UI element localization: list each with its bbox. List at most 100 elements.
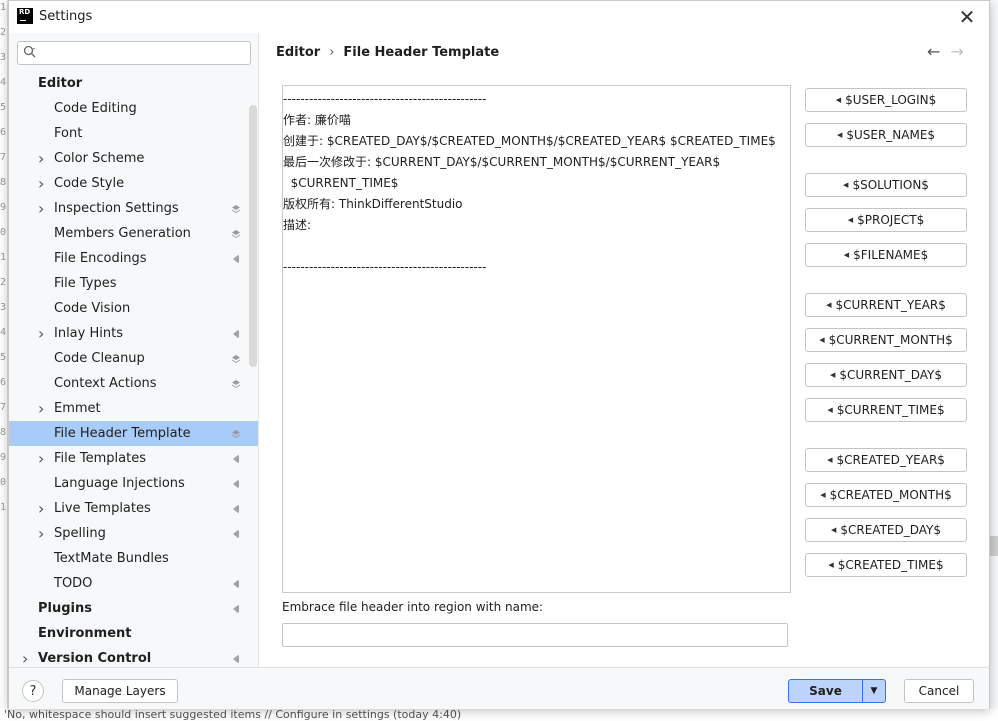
macro-label: $SOLUTION$ (852, 178, 929, 192)
macro-label: $CREATED_YEAR$ (836, 453, 945, 467)
sidebar-item-environment[interactable]: Environment (9, 621, 258, 646)
insert-arrow-icon: ◀ (843, 181, 849, 189)
macro-button-current-year[interactable]: ◀ $CURRENT_YEAR$ (805, 293, 967, 317)
sidebar-item-language-injections[interactable]: Language Injections (9, 471, 258, 496)
macro-label: $USER_LOGIN$ (845, 93, 937, 107)
sidebar-item-context-actions[interactable]: Context Actions (9, 371, 258, 396)
sidebar-item-inspection-settings[interactable]: › Inspection Settings (9, 196, 258, 221)
insert-arrow-icon: ◀ (847, 216, 854, 224)
sidebar-item-label: Color Scheme (54, 151, 145, 166)
breadcrumb-parent[interactable]: Editor (276, 45, 320, 60)
project-level-icon (233, 580, 239, 588)
macro-button-user-name[interactable]: ◀ $USER_NAME$ (805, 123, 967, 147)
chevron-right-icon[interactable]: › (38, 321, 44, 346)
chevron-right-icon[interactable]: › (38, 146, 44, 171)
macro-label: $USER_NAME$ (846, 128, 936, 142)
chevron-right-icon[interactable]: › (38, 521, 44, 546)
breadcrumb-current: File Header Template (343, 45, 500, 60)
chevron-right-icon[interactable]: › (38, 446, 44, 471)
help-button[interactable]: ? (22, 680, 44, 702)
macro-button-created-month[interactable]: ◀ $CREATED_MONTH$ (805, 483, 967, 507)
chevron-down-icon[interactable]: ▼ (863, 680, 885, 702)
chevron-right-icon[interactable]: › (38, 496, 44, 521)
sidebar-item-file-header-template[interactable]: File Header Template (9, 421, 258, 446)
sidebar-item-label: File Header Template (54, 426, 191, 441)
background-editor-strip (990, 536, 998, 556)
sidebar-item-file-encodings[interactable]: File Encodings (9, 246, 258, 271)
template-line: ----------------------------------------… (283, 92, 487, 106)
chevron-right-icon[interactable]: › (38, 396, 44, 421)
sidebar-item-file-types[interactable]: File Types (9, 271, 258, 296)
project-level-icon (233, 655, 239, 663)
macro-button-project[interactable]: ◀ $PROJECT$ (805, 208, 967, 232)
close-icon[interactable]: ✕ (955, 5, 979, 29)
project-level-icon (233, 480, 239, 488)
cancel-button[interactable]: Cancel (904, 679, 974, 703)
sidebar-item-code-editing[interactable]: Code Editing (9, 96, 258, 121)
sidebar-item-color-scheme[interactable]: › Color Scheme (9, 146, 258, 171)
insert-arrow-icon: ◀ (829, 371, 836, 379)
macro-button-solution[interactable]: ◀ $SOLUTION$ (805, 173, 967, 197)
manage-layers-button[interactable]: Manage Layers (62, 679, 178, 703)
sidebar-item-textmate-bundles[interactable]: TextMate Bundles (9, 546, 258, 571)
sidebar-scrollbar[interactable] (249, 105, 257, 367)
template-line: 描述: (283, 218, 312, 232)
sidebar-item-label: Inspection Settings (54, 201, 179, 216)
insert-arrow-icon: ◀ (843, 251, 850, 259)
macro-button-created-day[interactable]: ◀ $CREATED_DAY$ (805, 518, 967, 542)
macro-button-created-time[interactable]: ◀ $CREATED_TIME$ (805, 553, 967, 577)
background-line-number: 0 (0, 227, 7, 238)
insert-arrow-icon: ◀ (836, 131, 843, 139)
template-editor[interactable]: ----------------------------------------… (282, 85, 791, 593)
sidebar-item-inlay-hints[interactable]: › Inlay Hints (9, 321, 258, 346)
sidebar-item-members-generation[interactable]: Members Generation (9, 221, 258, 246)
sidebar-item-file-templates[interactable]: › File Templates (9, 446, 258, 471)
title-bar: RD Settings ✕ (9, 1, 989, 33)
insert-arrow-icon: ◀ (827, 406, 833, 414)
search-icon (23, 45, 36, 58)
sidebar-item-label: Code Style (54, 176, 125, 191)
sidebar-item-emmet[interactable]: › Emmet (9, 396, 258, 421)
macro-button-current-day[interactable]: ◀ $CURRENT_DAY$ (805, 363, 967, 387)
sidebar-item-code-cleanup[interactable]: Code Cleanup (9, 346, 258, 371)
background-line-number: 9 (0, 202, 7, 213)
chevron-right-icon[interactable]: › (22, 646, 28, 667)
sidebar-item-code-vision[interactable]: Code Vision (9, 296, 258, 321)
macro-label: $CREATED_DAY$ (840, 523, 942, 537)
sidebar-item-label: File Templates (54, 451, 146, 466)
sidebar-item-font[interactable]: Font (9, 121, 258, 146)
chevron-right-icon[interactable]: › (38, 171, 44, 196)
sidebar-item-plugins[interactable]: Plugins (9, 596, 258, 621)
sidebar-item-todo[interactable]: TODO (9, 571, 258, 596)
background-line-number: 1 (0, 502, 7, 513)
chevron-right-icon[interactable]: › (38, 196, 44, 221)
background-line-number: 6 (0, 127, 7, 138)
macro-button-current-time[interactable]: ◀ $CURRENT_TIME$ (805, 398, 967, 422)
macro-button-current-month[interactable]: ◀ $CURRENT_MONTH$ (805, 328, 967, 352)
project-level-icon (233, 530, 239, 538)
sidebar-item-label: Spelling (54, 526, 106, 541)
background-line-number: 2 (0, 277, 7, 288)
background-line-number: 3 (0, 302, 7, 313)
search-box[interactable] (17, 41, 251, 65)
template-line: 版权所有: ThinkDifferentStudio (283, 197, 463, 211)
background-line-number: 9 (0, 452, 7, 463)
sidebar-item-live-templates[interactable]: › Live Templates (9, 496, 258, 521)
arrow-right-icon[interactable]: → (950, 42, 963, 61)
macro-label: $CREATED_TIME$ (837, 558, 944, 572)
arrow-left-icon[interactable]: ← (927, 42, 940, 61)
project-level-icon (233, 255, 239, 263)
sidebar-item-version-control[interactable]: › Version Control (9, 646, 258, 667)
macro-button-filename[interactable]: ◀ $FILENAME$ (805, 243, 967, 267)
search-input[interactable] (42, 44, 242, 62)
sidebar-item-code-style[interactable]: › Code Style (9, 171, 258, 196)
macro-button-user-login[interactable]: ◀ $USER_LOGIN$ (805, 88, 967, 112)
sidebar-item-spelling[interactable]: › Spelling (9, 521, 258, 546)
region-name-input[interactable] (282, 623, 788, 647)
save-button[interactable]: Save (789, 680, 863, 702)
background-line-number: 5 (0, 102, 7, 113)
macro-button-created-year[interactable]: ◀ $CREATED_YEAR$ (805, 448, 967, 472)
save-button-group: Save ▼ (788, 679, 886, 703)
template-line: 最后一次修改于: $CURRENT_DAY$/$CURRENT_MONTH$/$… (283, 155, 721, 169)
sidebar-item-editor[interactable]: Editor (9, 71, 258, 96)
